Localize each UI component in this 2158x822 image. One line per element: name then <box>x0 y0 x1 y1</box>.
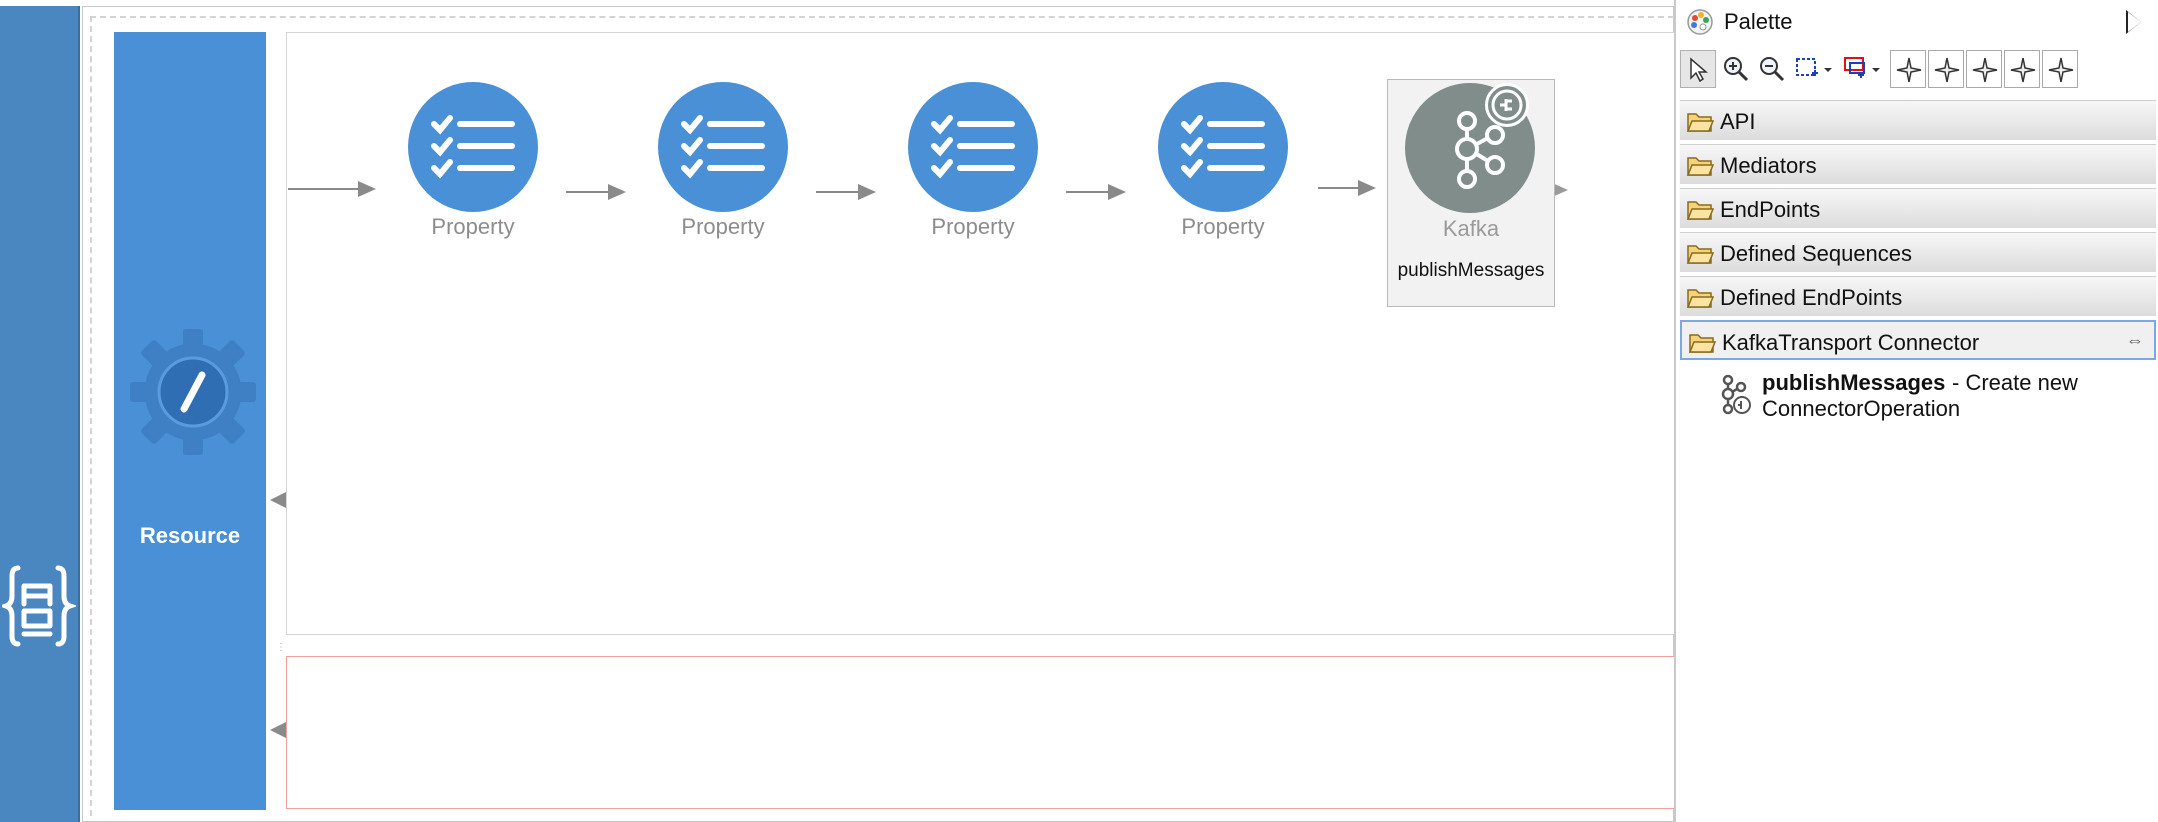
flow-connector <box>566 191 610 193</box>
palette-header: Palette <box>1676 0 2158 44</box>
drawer-mediators[interactable]: Mediators <box>1680 144 2156 184</box>
folder-icon <box>1686 113 1714 132</box>
connection-tool-button[interactable] <box>1838 50 1884 88</box>
folder-icon <box>1686 289 1714 308</box>
out-flow-arrow <box>270 492 286 508</box>
marquee-tool-button[interactable] <box>1790 50 1838 88</box>
sparkle-icon <box>1896 57 1922 83</box>
drawer-label: KafkaTransport Connector <box>1722 330 1980 355</box>
collapse-palette-icon-inner[interactable] <box>2128 12 2141 32</box>
sparkle-icon <box>2048 57 2074 83</box>
flow-arrowhead <box>858 184 876 200</box>
connector-label: Kafka <box>1442 216 1500 241</box>
mediator-label: Property <box>1181 214 1265 239</box>
property-icon <box>658 82 788 212</box>
drawer-endpoints[interactable]: EndPoints <box>1680 188 2156 228</box>
pointer-icon <box>1690 57 1709 83</box>
drawer-label: Defined EndPoints <box>1720 285 1903 310</box>
palette-icon <box>1687 9 1713 35</box>
align-tool-3-button[interactable] <box>1966 50 2002 88</box>
flow-connector <box>288 188 360 190</box>
align-tool-4-button[interactable] <box>2004 50 2040 88</box>
marquee-icon <box>1796 58 1832 76</box>
zoom-out-button[interactable] <box>1754 50 1790 88</box>
mediator-label: Property <box>431 214 515 239</box>
api-side-strip <box>0 6 80 822</box>
folder-open-icon <box>1688 334 1716 353</box>
flow-arrowhead <box>358 181 376 197</box>
mediator-label: Property <box>681 214 765 239</box>
flow-connector <box>1066 191 1110 193</box>
property-icon <box>408 82 538 212</box>
api-logo-icon <box>2 565 76 647</box>
resource-block[interactable]: Resource <box>114 32 266 810</box>
flow-connector <box>1318 187 1360 189</box>
mediator-label: Property <box>931 214 1015 239</box>
palette-entry-publish-messages[interactable]: publishMessages - Create new ConnectorOp… <box>1716 368 2136 428</box>
drawer-kafka-connector[interactable]: KafkaTransport Connector ⇔ <box>1680 320 2156 360</box>
select-tool-button[interactable] <box>1680 50 1716 88</box>
property-icon <box>1158 82 1288 212</box>
drawer-api[interactable]: API <box>1680 100 2156 140</box>
fault-flow-arrow <box>270 722 286 738</box>
palette-panel: Palette API Mediators EndPoints Defined … <box>1674 0 2158 822</box>
property-icon <box>908 82 1038 212</box>
connection-icon <box>1844 57 1880 78</box>
flow-arrowhead <box>1108 184 1126 200</box>
sparkle-icon <box>2010 57 2036 83</box>
connector-operation-label: publishMessages <box>1397 260 1545 281</box>
property-mediator-1[interactable]: Property <box>392 82 552 252</box>
connector-plug-icon <box>1485 83 1529 127</box>
align-tool-1-button[interactable] <box>1890 50 1926 88</box>
property-mediator-3[interactable]: Property <box>892 82 1052 252</box>
drawer-label: API <box>1720 109 1756 134</box>
entry-name: publishMessages <box>1762 370 1946 395</box>
drawer-label: Defined Sequences <box>1720 241 1913 266</box>
zoom-in-icon <box>1724 57 1749 82</box>
flow-connector <box>816 191 860 193</box>
entry-description-continued: ConnectorOperation <box>1762 396 1961 421</box>
property-mediator-4[interactable]: Property <box>1142 82 1302 252</box>
align-tool-2-button[interactable] <box>1928 50 1964 88</box>
sparkle-icon <box>1934 57 1960 83</box>
gear-icon <box>130 329 256 455</box>
resource-label: Resource <box>139 523 241 548</box>
property-mediator-2[interactable]: Property <box>642 82 802 252</box>
sparkle-icon <box>1972 57 1998 83</box>
fault-sequence-lane[interactable] <box>286 656 1674 809</box>
zoom-out-icon <box>1760 57 1785 82</box>
drawer-defined-endpoints[interactable]: Defined EndPoints <box>1680 276 2156 316</box>
flow-arrowhead <box>1358 180 1376 196</box>
drawer-label: EndPoints <box>1720 197 1821 222</box>
drawer-label: Mediators <box>1720 153 1817 178</box>
align-tool-5-button[interactable] <box>2042 50 2078 88</box>
folder-icon <box>1686 201 1714 220</box>
folder-icon <box>1686 157 1714 176</box>
zoom-in-button[interactable] <box>1718 50 1754 88</box>
palette-title: Palette <box>1724 9 1793 34</box>
kafka-connector-node[interactable]: Kafka publishMessages <box>1387 79 1555 307</box>
drawer-defined-sequences[interactable]: Defined Sequences <box>1680 232 2156 272</box>
palette-toolbar <box>1680 50 2156 90</box>
entry-description: - Create new <box>1952 370 2078 395</box>
pin-drawer-icon[interactable]: ⇔ <box>2126 330 2144 351</box>
flow-arrowhead <box>608 184 626 200</box>
folder-icon <box>1686 245 1714 264</box>
lane-divider[interactable]: ⋮ <box>276 642 286 653</box>
kafka-operation-icon <box>1721 374 1751 415</box>
